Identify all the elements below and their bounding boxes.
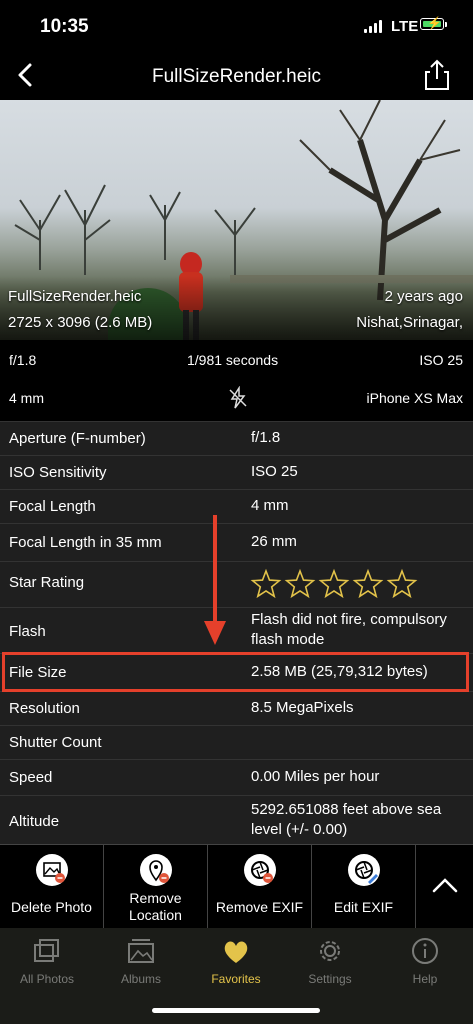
star-icon[interactable]: [352, 568, 384, 599]
star-icon[interactable]: [386, 568, 418, 599]
table-row: Focal Length 4 mm: [0, 489, 473, 523]
chevron-up-icon: [432, 878, 458, 893]
star-rating-control[interactable]: [249, 568, 419, 602]
albums-icon: [128, 939, 154, 963]
summary-iso: ISO 25: [419, 352, 463, 368]
tab-label: Favorites: [211, 972, 261, 986]
summary-shutter: 1/981 seconds: [187, 352, 279, 368]
annotation-arrow: [204, 515, 226, 645]
table-row: Speed 0.00 Miles per hour: [0, 759, 473, 795]
tab-label: Settings: [308, 972, 352, 986]
network-label: LTE: [391, 18, 419, 35]
table-row: Focal Length in 35 mm 26 mm: [0, 523, 473, 561]
tab-label: Albums: [120, 972, 161, 986]
info-icon: [412, 938, 438, 964]
battery-icon: ⚡: [420, 16, 444, 30]
location-pin-icon: [139, 854, 172, 886]
signal-icon: [364, 20, 384, 33]
table-row: Aperture (F-number) f/1.8: [0, 421, 473, 455]
table-row: Resolution 8.5 MegaPixels: [0, 691, 473, 725]
back-icon[interactable]: [12, 60, 42, 90]
remove-location-button[interactable]: Remove Location: [104, 845, 208, 929]
home-indicator: [152, 1008, 320, 1013]
file-size-highlight-box: [2, 652, 469, 692]
status-time: 10:35: [40, 16, 89, 37]
page-title: FullSizeRender.heic: [152, 66, 321, 87]
summary-device: iPhone XS Max: [366, 390, 464, 406]
tab-favorites[interactable]: Favorites: [189, 936, 283, 986]
tab-albums[interactable]: Albums: [94, 936, 188, 986]
table-row: Flash Flash did not fire, compulsory fla…: [0, 607, 473, 653]
status-bar: 10:35 LTE ⚡: [0, 0, 473, 50]
tab-settings[interactable]: Settings: [283, 936, 377, 986]
heart-icon: [224, 941, 248, 963]
tab-all-photos[interactable]: All Photos: [0, 936, 94, 986]
star-icon[interactable]: [318, 568, 350, 599]
photo-dimensions: 2725 x 3096 (2.6 MB): [8, 314, 153, 331]
star-icon[interactable]: [284, 568, 316, 599]
action-toolbar: Delete Photo Remove Location Remove EXIF…: [0, 844, 473, 929]
photo-time-ago: 2 years ago: [384, 288, 463, 305]
expand-toolbar-button[interactable]: [416, 845, 473, 929]
share-icon[interactable]: [422, 58, 452, 92]
summary-focal: 4 mm: [9, 390, 44, 406]
delete-photo-button[interactable]: Delete Photo: [0, 845, 104, 929]
edit-exif-button[interactable]: Edit EXIF: [312, 845, 416, 929]
photo-preview[interactable]: FullSizeRender.heic 2725 x 3096 (2.6 MB)…: [0, 100, 473, 340]
flash-off-icon: [229, 386, 247, 409]
nav-bar: FullSizeRender.heic: [0, 52, 473, 100]
edit-aperture-icon: [347, 854, 380, 886]
star-icon[interactable]: [250, 568, 282, 599]
table-row: ISO Sensitivity ISO 25: [0, 455, 473, 489]
star-rating-row: Star Rating: [0, 561, 473, 607]
gear-icon: [320, 941, 340, 961]
tab-label: All Photos: [19, 972, 75, 986]
table-row: Shutter Count: [0, 725, 473, 759]
table-row: Altitude 5292.651088 feet above sea leve…: [0, 795, 473, 844]
remove-exif-button[interactable]: Remove EXIF: [208, 845, 312, 929]
tab-help[interactable]: Help: [378, 936, 472, 986]
photo-location[interactable]: Nishat,Srinagar,: [356, 314, 463, 331]
aperture-icon: [243, 854, 276, 886]
summary-aperture: f/1.8: [9, 352, 37, 368]
photo-filename: FullSizeRender.heic: [8, 288, 142, 305]
delete-photo-icon: [35, 854, 68, 886]
tab-label: Help: [412, 972, 438, 986]
photos-icon: [34, 939, 59, 962]
